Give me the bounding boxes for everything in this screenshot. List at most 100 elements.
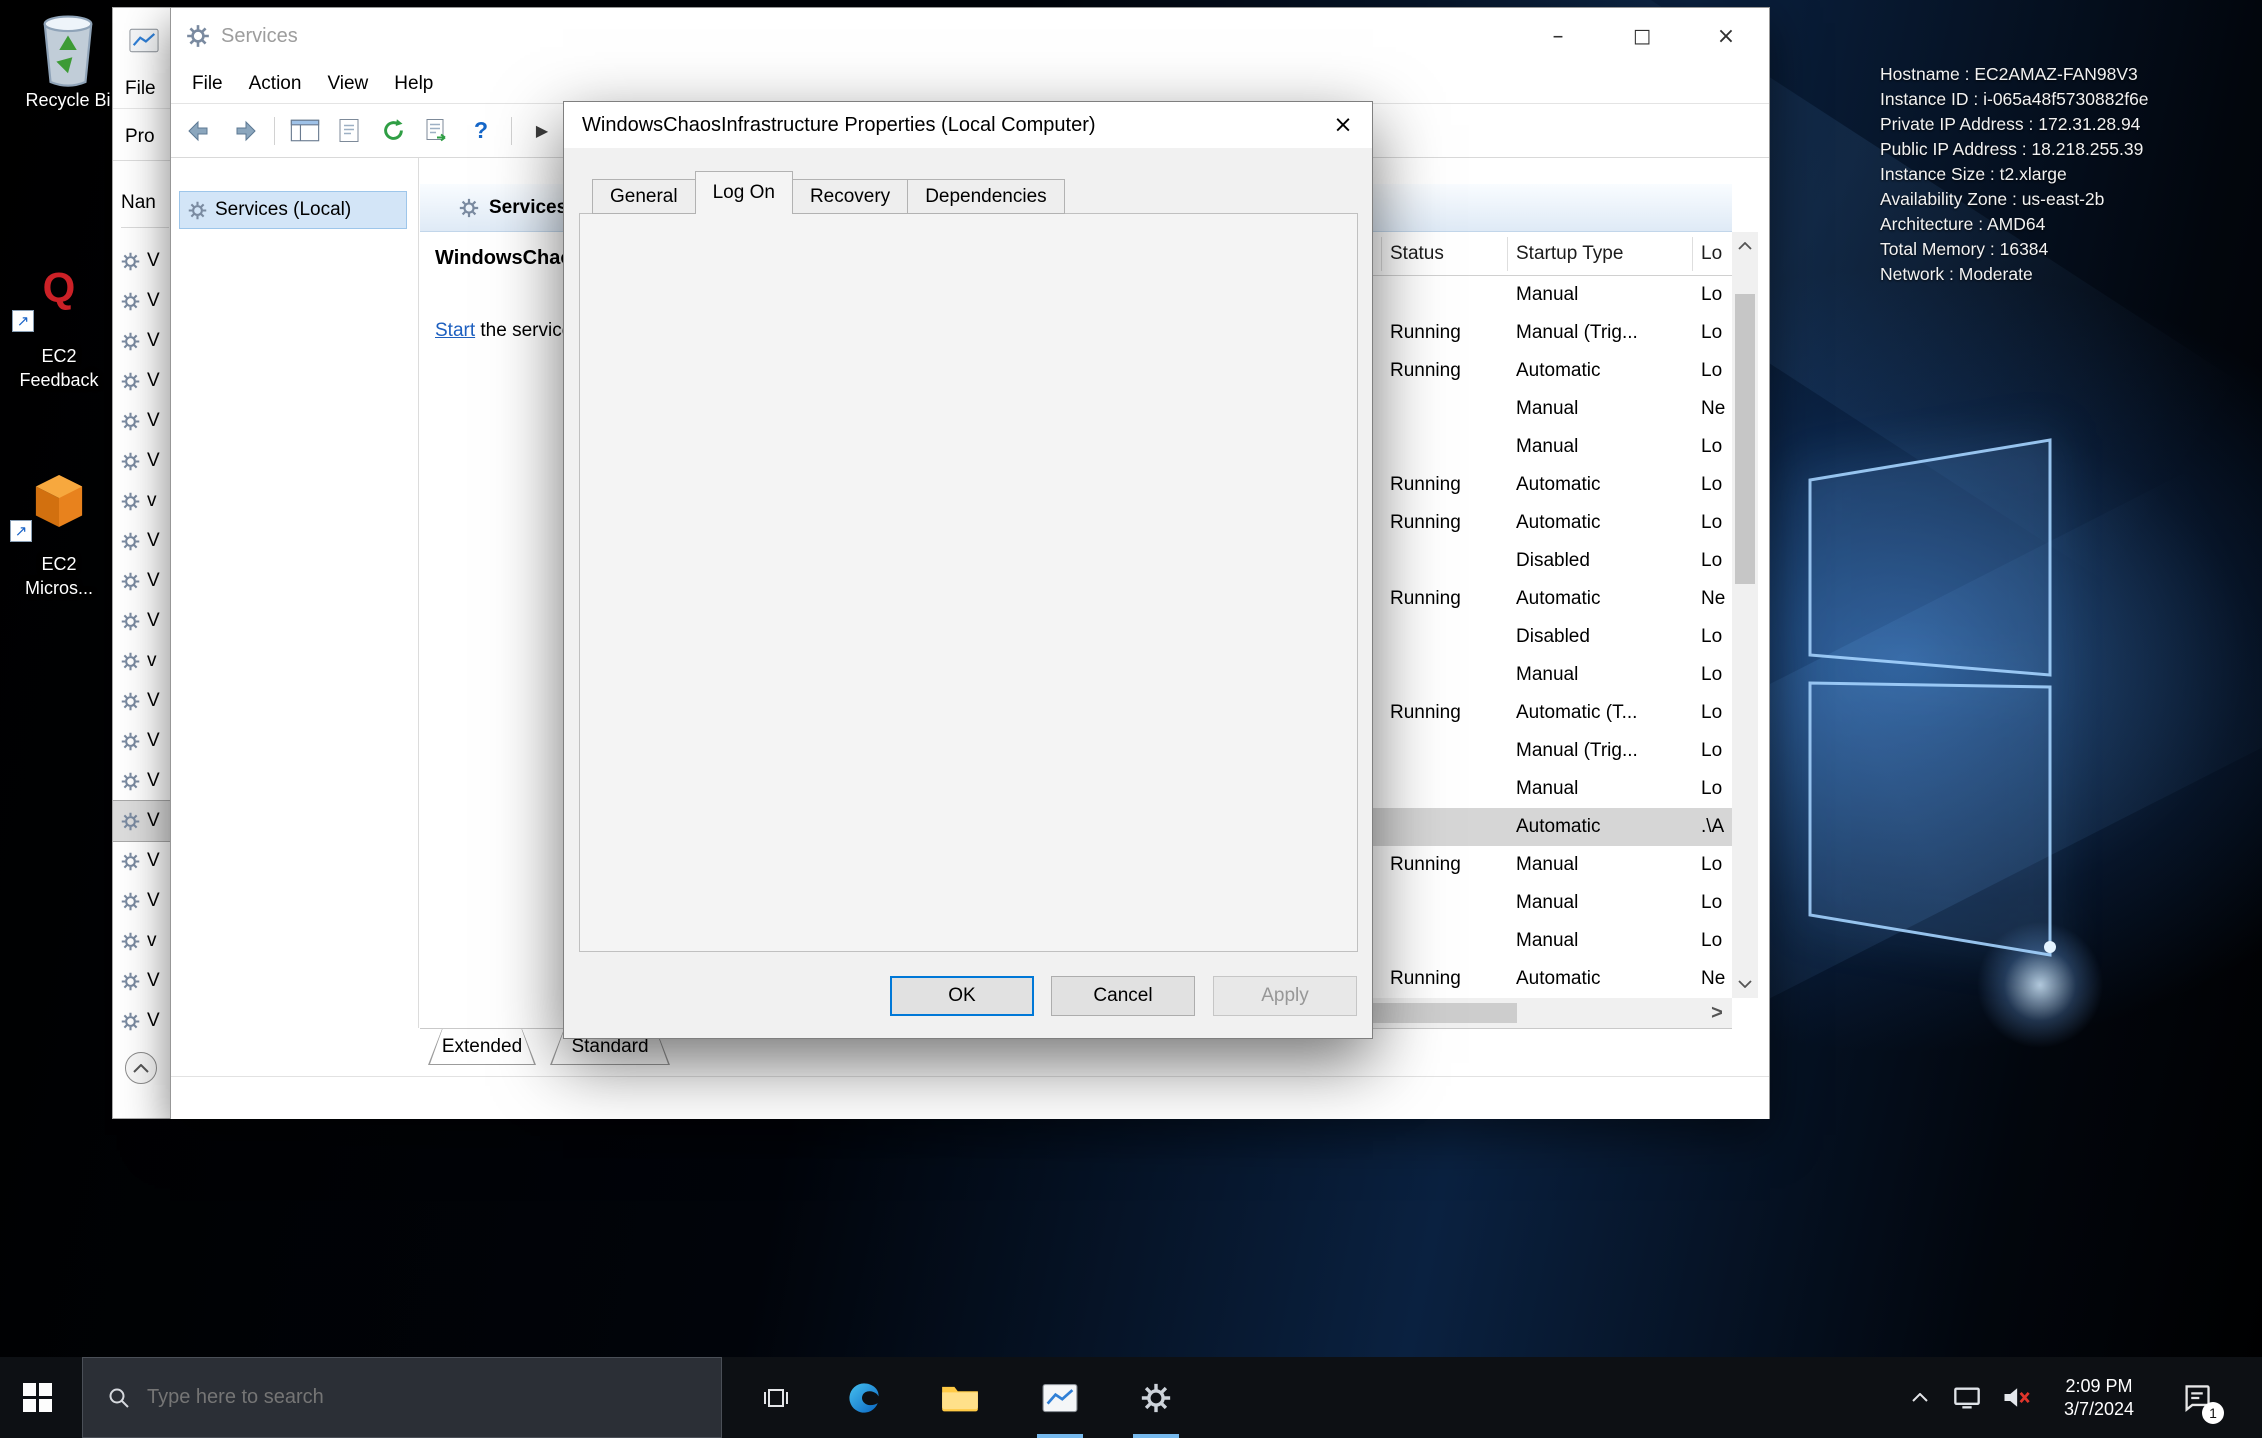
rear-service-row[interactable]: V xyxy=(113,321,170,361)
desktop-icon-label: EC2 xyxy=(4,552,114,576)
scroll-right-button[interactable]: > xyxy=(1702,998,1732,1028)
orange-cube-icon xyxy=(33,472,85,530)
system-info-line: Private IP Address : 172.31.28.94 xyxy=(1880,112,2149,137)
rear-service-row[interactable]: V xyxy=(113,881,170,921)
taskbar-clock[interactable]: 2:09 PM 3/7/2024 xyxy=(2044,1357,2154,1438)
service-status: Running xyxy=(1390,694,1461,732)
service-logon-as: Ne xyxy=(1701,580,1732,618)
search-input[interactable] xyxy=(147,1386,577,1409)
system-info-line: Architecture : AMD64 xyxy=(1880,212,2149,237)
apply-button[interactable]: Apply xyxy=(1213,976,1357,1016)
tab-extended[interactable]: Extended xyxy=(428,1029,536,1065)
dialog-close-button[interactable]: × xyxy=(1314,102,1372,148)
rear-service-label: V xyxy=(147,1010,160,1032)
action-center-button[interactable]: 1 xyxy=(2162,1357,2232,1438)
tree-item-services-local[interactable]: Services (Local) xyxy=(179,191,407,229)
system-info: Hostname : EC2AMAZ-FAN98V3 Instance ID :… xyxy=(1880,62,2149,287)
task-view-button[interactable] xyxy=(742,1357,810,1438)
edge-button[interactable] xyxy=(826,1357,902,1438)
scroll-down-button[interactable] xyxy=(1732,970,1758,998)
scrollbar-thumb[interactable] xyxy=(1735,294,1755,584)
rear-service-row[interactable]: V xyxy=(113,601,170,641)
gear-icon xyxy=(120,931,141,952)
tab-general[interactable]: General xyxy=(592,179,696,214)
export-list-button[interactable] xyxy=(418,112,456,150)
volume-tray-button[interactable] xyxy=(1990,1357,2042,1438)
rear-service-row[interactable]: V xyxy=(113,281,170,321)
rear-service-label: V xyxy=(147,690,160,712)
scroll-up-button[interactable] xyxy=(1732,232,1758,260)
properties-button[interactable] xyxy=(330,112,368,150)
rear-menu-file[interactable]: File xyxy=(125,78,156,100)
service-logon-as: Lo xyxy=(1701,504,1732,542)
windows-logo-icon xyxy=(23,1383,52,1412)
desktop-icon-label: Feedback xyxy=(4,368,114,392)
gear-icon xyxy=(120,531,141,552)
tab-dependencies[interactable]: Dependencies xyxy=(907,179,1064,214)
show-console-tree-button[interactable] xyxy=(286,112,324,150)
rear-service-label: v xyxy=(147,490,157,512)
rear-service-row[interactable]: V xyxy=(113,521,170,561)
menu-file[interactable]: File xyxy=(179,73,236,95)
column-header-logon-as[interactable]: Lo xyxy=(1701,232,1722,276)
rear-service-row[interactable]: V xyxy=(113,681,170,721)
forward-button[interactable] xyxy=(225,112,263,150)
rear-service-row[interactable]: V xyxy=(113,1001,170,1041)
collapse-chevron-button[interactable] xyxy=(125,1052,157,1084)
system-info-line: Hostname : EC2AMAZ-FAN98V3 xyxy=(1880,62,2149,87)
tab-recovery[interactable]: Recovery xyxy=(792,179,908,214)
rear-service-row[interactable]: V xyxy=(113,361,170,401)
rear-service-row[interactable]: v xyxy=(113,481,170,521)
rear-service-row[interactable]: V xyxy=(113,401,170,441)
services-app-button[interactable] xyxy=(1118,1357,1194,1438)
help-button[interactable]: ? xyxy=(462,112,500,150)
rear-service-row[interactable]: V xyxy=(113,841,170,881)
service-logon-as: Lo xyxy=(1701,732,1732,770)
system-info-line: Public IP Address : 18.218.255.39 xyxy=(1880,137,2149,162)
tab-log-on[interactable]: Log On xyxy=(695,171,793,214)
desktop-icon-ec2-micros[interactable]: ↗ EC2 Micros... xyxy=(4,472,114,600)
start-service-button[interactable]: ▶ xyxy=(523,112,561,150)
file-explorer-button[interactable] xyxy=(922,1357,998,1438)
column-header-startup-type[interactable]: Startup Type xyxy=(1516,232,1623,276)
rear-service-row[interactable]: V xyxy=(113,561,170,601)
service-startup-type: Manual (Trig... xyxy=(1516,732,1638,770)
service-startup-type: Manual xyxy=(1516,390,1578,428)
rear-service-row[interactable]: v xyxy=(113,921,170,961)
gear-icon xyxy=(120,451,141,472)
tray-expand-button[interactable] xyxy=(1896,1357,1944,1438)
menu-action[interactable]: Action xyxy=(236,73,315,95)
service-startup-type: Manual xyxy=(1516,656,1578,694)
minimize-button[interactable]: – xyxy=(1516,8,1600,64)
desktop-icon-ec2-feedback[interactable]: Q ↗ EC2 Feedback xyxy=(4,258,114,392)
start-service-link[interactable]: Start xyxy=(435,320,475,341)
network-tray-button[interactable] xyxy=(1942,1357,1992,1438)
clock-date: 3/7/2024 xyxy=(2064,1398,2134,1421)
close-button[interactable]: × xyxy=(1684,8,1768,64)
rear-column-header[interactable]: Nan xyxy=(121,192,169,228)
vertical-scrollbar[interactable] xyxy=(1732,232,1758,998)
ok-button[interactable]: OK xyxy=(890,976,1034,1016)
rear-service-row[interactable]: V xyxy=(113,761,170,801)
menu-view[interactable]: View xyxy=(314,73,381,95)
shortcut-arrow-icon: ↗ xyxy=(12,310,34,332)
maximize-button[interactable]: □ xyxy=(1600,8,1684,64)
refresh-button[interactable] xyxy=(374,112,412,150)
rear-service-row[interactable]: V xyxy=(113,441,170,481)
service-startup-type: Disabled xyxy=(1516,542,1590,580)
menu-help[interactable]: Help xyxy=(381,73,446,95)
cancel-button[interactable]: Cancel xyxy=(1051,976,1195,1016)
gear-icon xyxy=(120,571,141,592)
rear-service-row[interactable]: V xyxy=(113,961,170,1001)
monitor-app-button[interactable] xyxy=(1022,1357,1098,1438)
rear-service-row[interactable]: v xyxy=(113,641,170,681)
rear-service-row[interactable]: V xyxy=(113,801,170,841)
column-header-status[interactable]: Status xyxy=(1390,232,1444,276)
back-button[interactable] xyxy=(181,112,219,150)
desktop-icon-recycle-bin[interactable]: Recycle Bi xyxy=(8,12,128,112)
start-button[interactable] xyxy=(0,1357,74,1438)
rear-service-row[interactable]: V xyxy=(113,241,170,281)
taskbar-search[interactable] xyxy=(82,1357,722,1438)
gear-icon xyxy=(187,200,208,221)
rear-service-row[interactable]: V xyxy=(113,721,170,761)
